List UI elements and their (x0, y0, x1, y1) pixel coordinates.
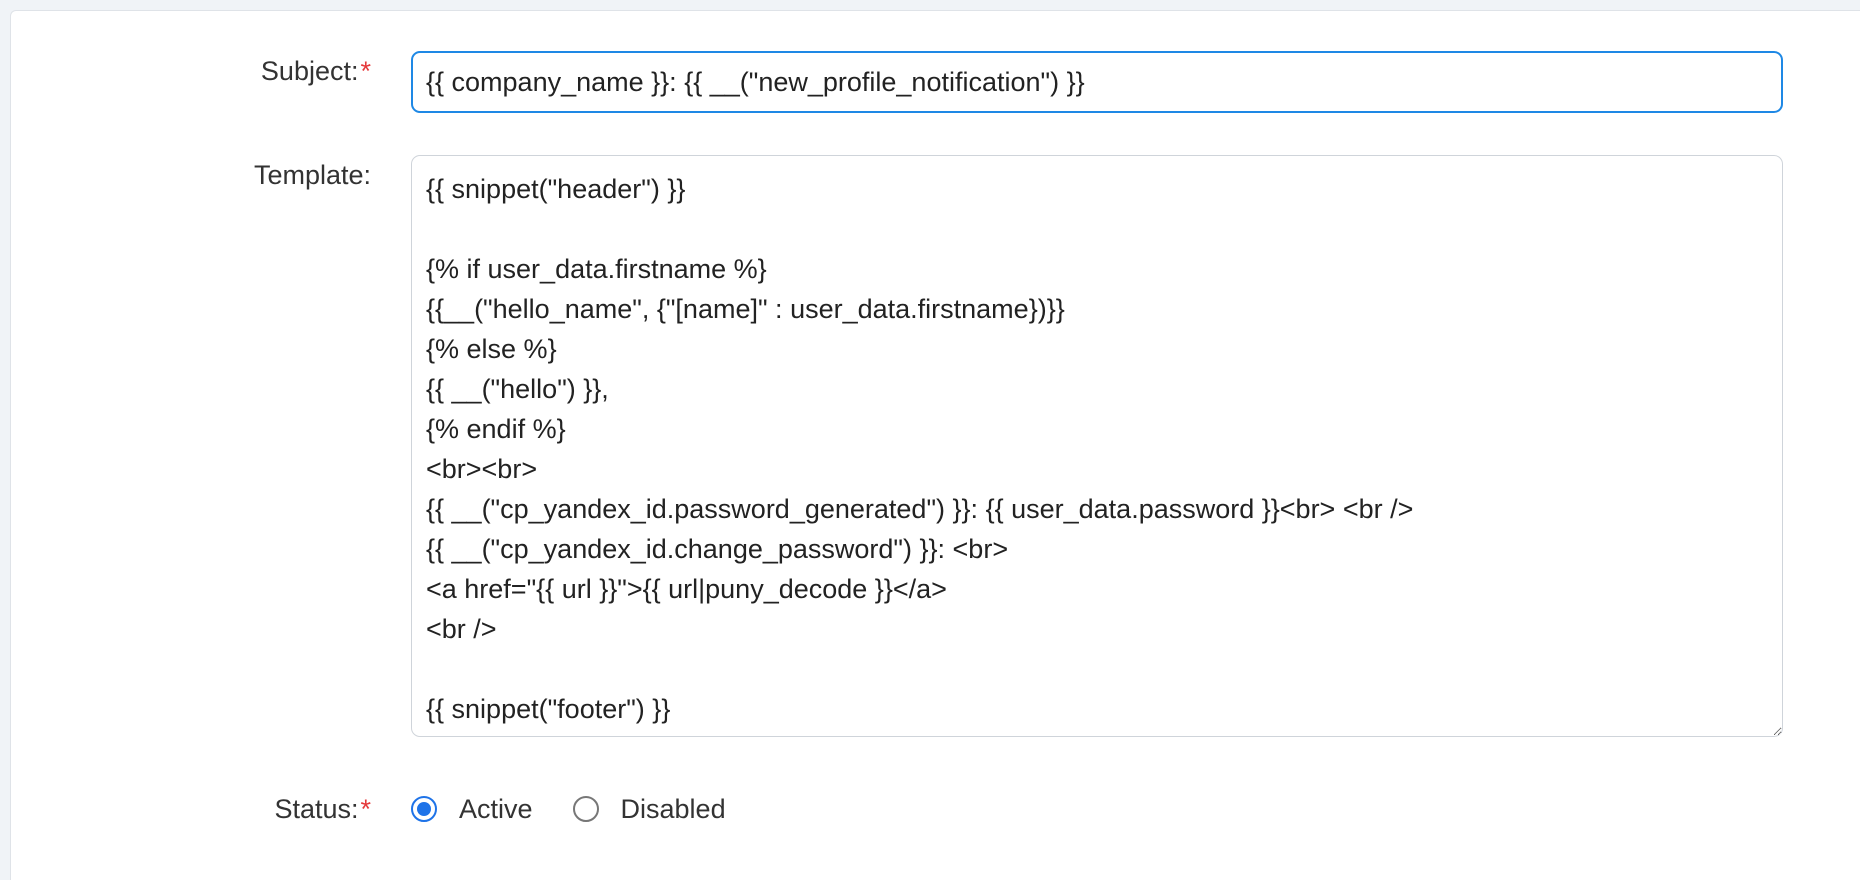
template-textarea[interactable]: {{ snippet("header") }} {% if user_data.… (411, 155, 1783, 737)
status-label-text: Status: (274, 794, 359, 824)
status-option-label: Disabled (620, 793, 726, 824)
subject-input[interactable] (411, 51, 1783, 113)
subject-label-text: Subject: (260, 56, 359, 86)
radio-checked-icon[interactable] (411, 796, 437, 822)
subject-label: Subject:* (11, 55, 371, 87)
template-label: Template: (253, 160, 371, 190)
status-option-disabled[interactable]: Disabled (572, 793, 726, 825)
required-mark: * (360, 794, 371, 824)
form-panel: Subject:* Template: {{ snippet("header")… (10, 10, 1860, 880)
radio-unchecked-icon[interactable] (572, 796, 599, 822)
status-option-label: Active (459, 793, 533, 824)
required-mark: * (360, 56, 371, 86)
status-radio-group: Active Disabled (411, 787, 766, 831)
status-label: Status:* (11, 793, 371, 825)
status-option-active[interactable]: Active (411, 794, 533, 825)
